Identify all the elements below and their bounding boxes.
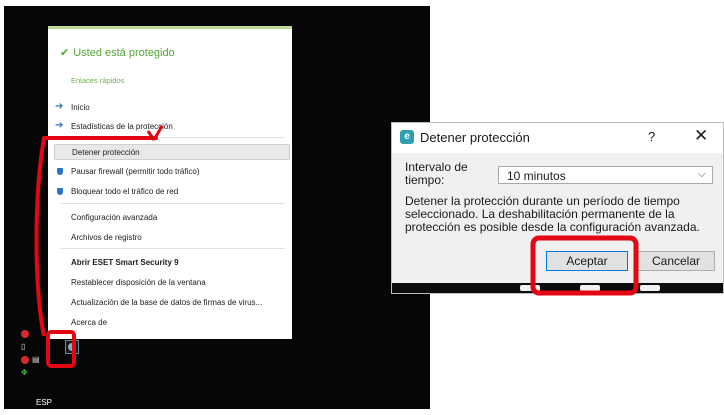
red-annotation-markings — [530, 235, 639, 296]
red-annotation-markings — [34, 125, 164, 368]
stop-protection-dialog: e Detener protección ? ✕ Intervalo de ti… — [391, 122, 724, 296]
desktop-screenshot: ✔ Usted está protegido Enlaces rápidos ➔… — [4, 6, 430, 409]
